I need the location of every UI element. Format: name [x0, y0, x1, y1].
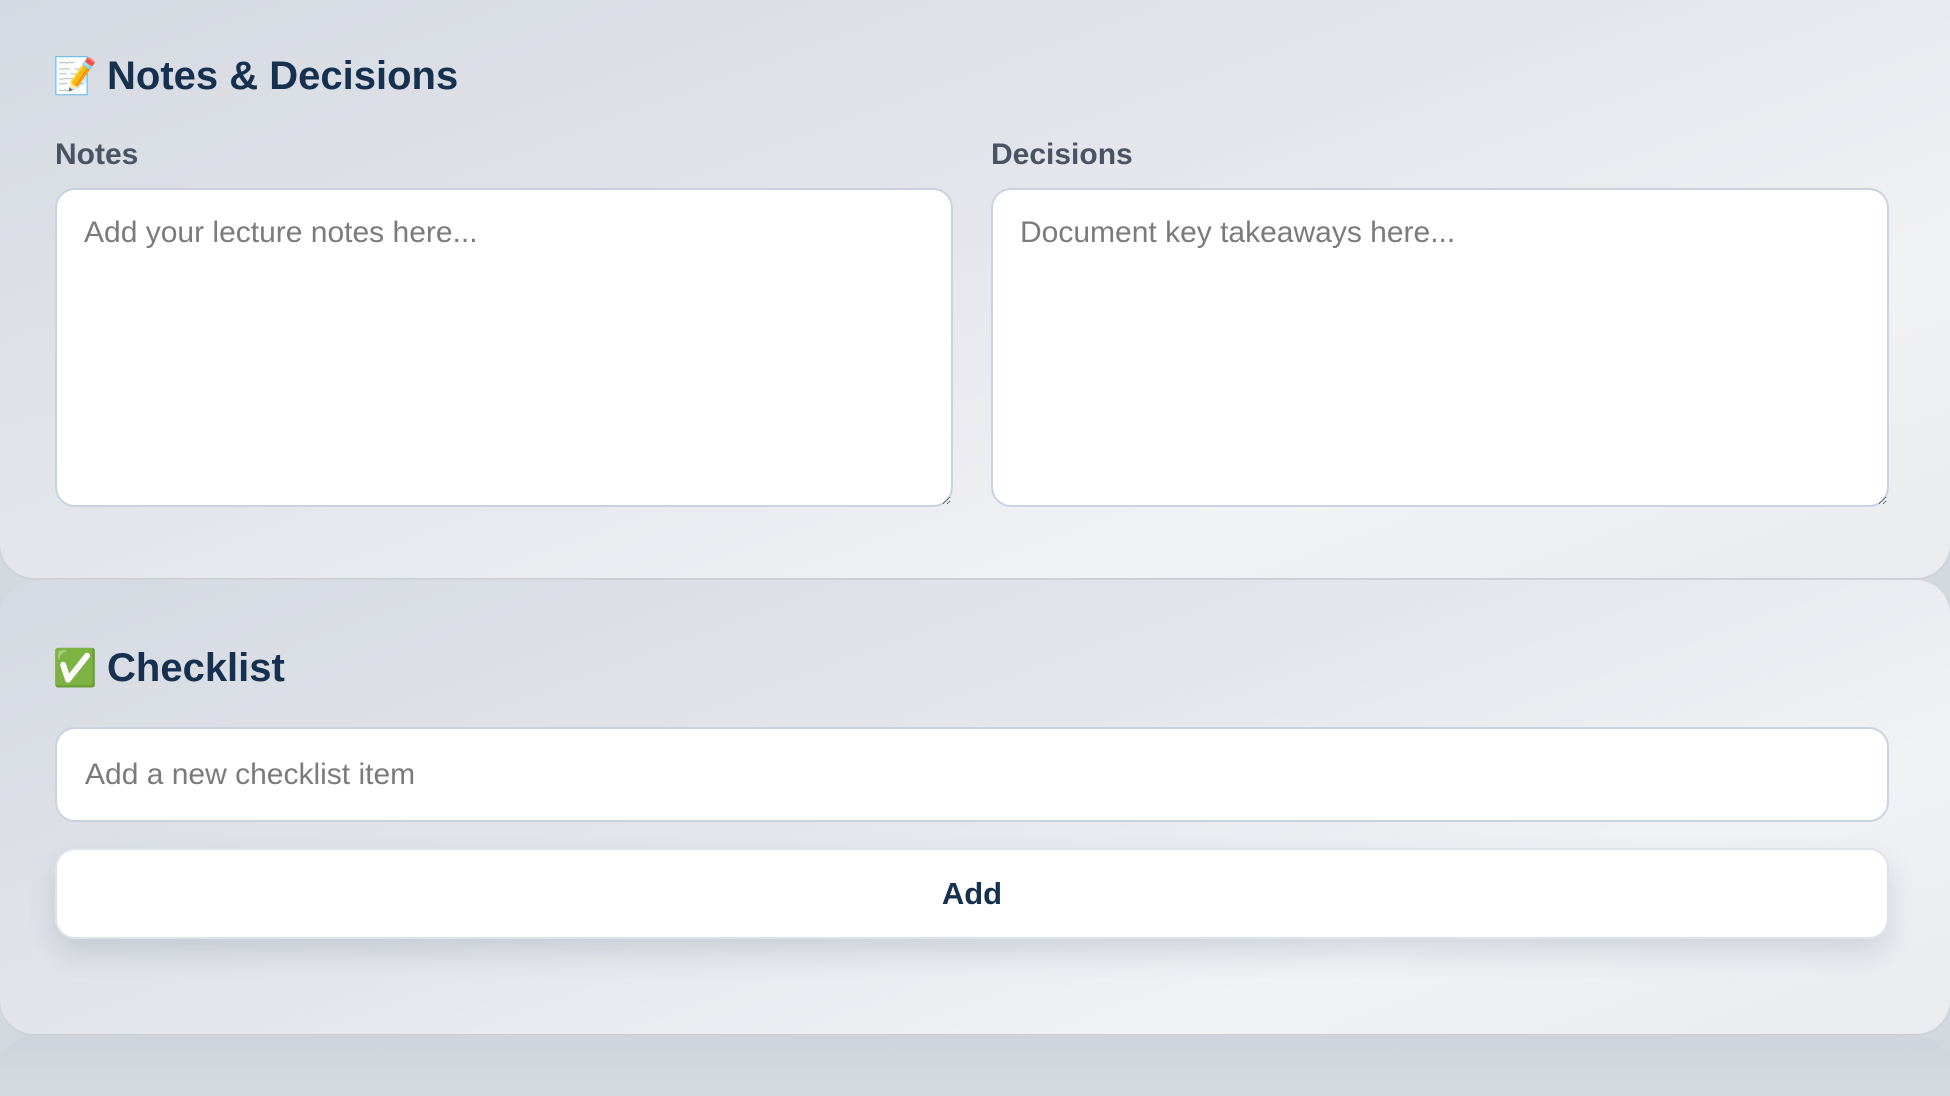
- check-mark-icon: ✅: [52, 647, 98, 688]
- checklist-item-input[interactable]: [55, 727, 1889, 822]
- memo-icon: 📝: [52, 55, 98, 96]
- notes-textarea[interactable]: [55, 188, 953, 507]
- notes-decisions-card: 📝 Notes & Decisions Notes Decisions: [0, 0, 1950, 578]
- next-section-card: [0, 1036, 1950, 1096]
- add-checklist-item-button[interactable]: Add: [55, 848, 1889, 939]
- decisions-label: Decisions: [991, 138, 1133, 171]
- decisions-textarea[interactable]: [991, 188, 1889, 507]
- notes-label: Notes: [55, 138, 139, 171]
- checklist-title-text: Checklist: [107, 646, 285, 690]
- notes-decisions-title: 📝 Notes & Decisions: [52, 54, 459, 98]
- checklist-title: ✅ Checklist: [52, 646, 285, 690]
- notes-decisions-title-text: Notes & Decisions: [107, 54, 459, 98]
